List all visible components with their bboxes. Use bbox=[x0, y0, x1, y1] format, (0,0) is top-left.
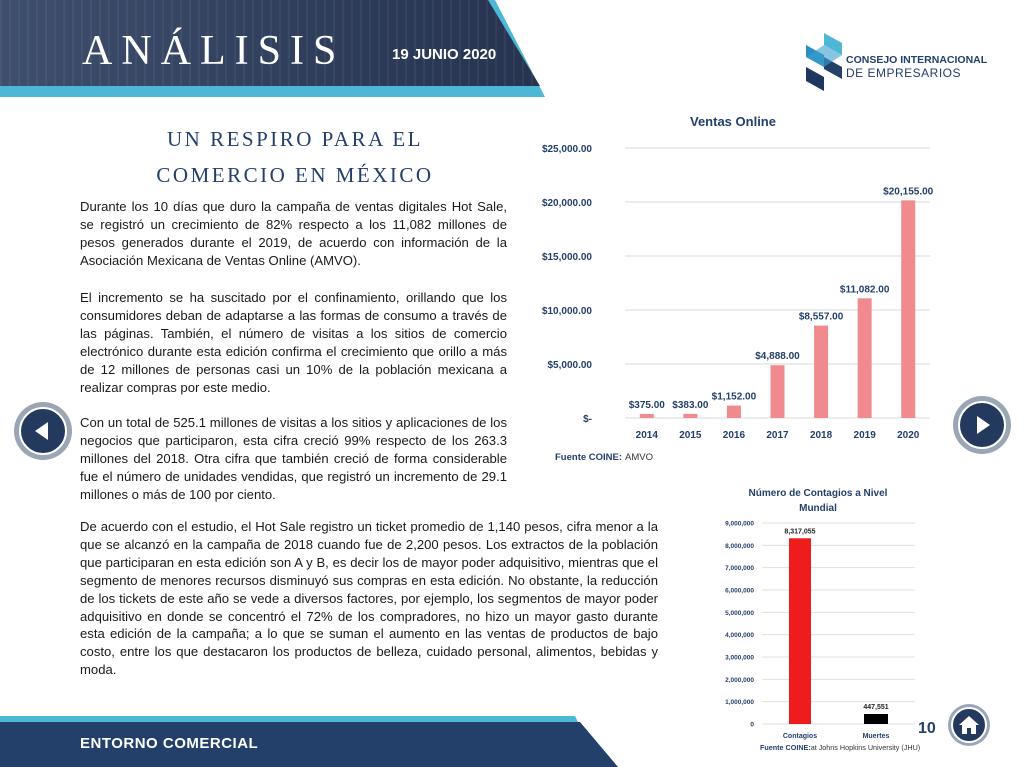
organization-logo: CONSEJO INTERNACIONAL DE EMPRESARIOS bbox=[806, 33, 988, 93]
x-tick-label: 2017 bbox=[766, 430, 789, 441]
bar bbox=[639, 413, 654, 418]
publication-date: 19 JUNIO 2020 bbox=[392, 46, 497, 63]
y-tick-label: $15,000.00 bbox=[542, 252, 592, 263]
article-title-line2: COMERCIO EN MÉXICO bbox=[156, 163, 434, 187]
article-title-line1: UN RESPIRO PARA EL bbox=[166, 127, 424, 151]
bar bbox=[901, 200, 916, 418]
article-paragraph-2: El incremento se ha suscitado por el con… bbox=[80, 290, 507, 395]
arrow-left-icon bbox=[35, 422, 48, 440]
data-label: 8,317,055 bbox=[784, 528, 815, 535]
data-label: $4,888.00 bbox=[755, 351, 800, 362]
section-title: ANÁLISIS bbox=[82, 28, 346, 74]
bar bbox=[864, 714, 888, 724]
bar bbox=[789, 538, 811, 724]
x-tick-label: Muertes bbox=[863, 733, 890, 740]
data-label: $1,152.00 bbox=[712, 392, 757, 403]
y-tick-label: $- bbox=[583, 414, 592, 425]
logo-text-line2: DE EMPRESARIOS bbox=[846, 66, 962, 80]
data-label: $375.00 bbox=[629, 400, 666, 411]
chart-title-line1: Número de Contagios a Nivel bbox=[749, 488, 888, 499]
data-label: 447,551 bbox=[863, 704, 888, 711]
home-icon bbox=[959, 716, 979, 734]
bar bbox=[726, 405, 741, 418]
chart-title-line2: Mundial bbox=[799, 503, 837, 514]
chart-source: Fuente COINE:at Johns Hopkins University… bbox=[760, 743, 920, 752]
next-page-button[interactable] bbox=[953, 396, 1011, 454]
previous-page-button[interactable] bbox=[14, 402, 72, 460]
chart-source: Fuente COINE: AMVO bbox=[555, 452, 653, 463]
y-tick-label: $25,000.00 bbox=[542, 144, 592, 155]
online-sales-chart: Ventas Online $- $5,000.00 $10,000.00 $15,0… bbox=[542, 114, 934, 463]
x-tick-label: 2019 bbox=[854, 430, 877, 441]
y-tick-label: 9,000,000 bbox=[725, 521, 754, 528]
y-tick-label: 3,000,000 bbox=[725, 655, 754, 662]
home-button[interactable] bbox=[948, 704, 990, 746]
covid-cases-chart: Número de Contagios a Nivel Mundial 0 1,0… bbox=[725, 488, 920, 752]
x-tick-label: 2020 bbox=[897, 430, 920, 441]
data-label: $20,155.00 bbox=[883, 186, 933, 197]
footer-section-label: ENTORNO COMERCIAL bbox=[80, 735, 259, 752]
y-tick-label: 7,000,000 bbox=[725, 565, 754, 572]
y-tick-label: 4,000,000 bbox=[725, 632, 754, 639]
bar bbox=[683, 413, 698, 418]
x-tick-label: Contagios bbox=[783, 733, 817, 740]
data-label: $11,082.00 bbox=[840, 284, 890, 295]
y-tick-label: 5,000,000 bbox=[725, 610, 754, 617]
x-tick-label: 2016 bbox=[723, 430, 746, 441]
bar bbox=[814, 325, 829, 418]
y-tick-label: $10,000.00 bbox=[542, 306, 592, 317]
x-tick-label: 2015 bbox=[679, 430, 702, 441]
x-tick-label: 2018 bbox=[810, 430, 833, 441]
arrow-right-icon bbox=[977, 416, 990, 434]
y-tick-label: 8,000,000 bbox=[725, 543, 754, 550]
article-title: UN RESPIRO PARA EL COMERCIO EN MÉXICO bbox=[100, 121, 490, 193]
logo-mark-icon bbox=[806, 33, 842, 91]
article-paragraph-3: Con un total de 525.1 millones de visita… bbox=[80, 415, 507, 502]
y-tick-label: 0 bbox=[750, 722, 754, 729]
y-tick-label: 2,000,000 bbox=[725, 677, 754, 684]
x-tick-label: 2014 bbox=[636, 430, 659, 441]
y-tick-label: $5,000.00 bbox=[548, 360, 593, 371]
logo-text-line1: CONSEJO INTERNACIONAL bbox=[846, 54, 988, 66]
article-paragraph-1: Durante los 10 días que duro la campaña … bbox=[80, 199, 507, 268]
y-tick-label: 6,000,000 bbox=[725, 588, 754, 595]
data-label: $383.00 bbox=[672, 400, 709, 411]
article-paragraph-4: De acuerdo con el estudio, el Hot Sale r… bbox=[80, 519, 658, 678]
y-tick-label: $20,000.00 bbox=[542, 198, 592, 209]
chart-title: Ventas Online bbox=[690, 114, 776, 129]
bar bbox=[770, 365, 785, 418]
data-label: $8,557.00 bbox=[799, 312, 844, 323]
y-tick-label: 1,000,000 bbox=[725, 699, 754, 706]
bar bbox=[857, 298, 872, 418]
page-number: 10 bbox=[918, 720, 936, 737]
